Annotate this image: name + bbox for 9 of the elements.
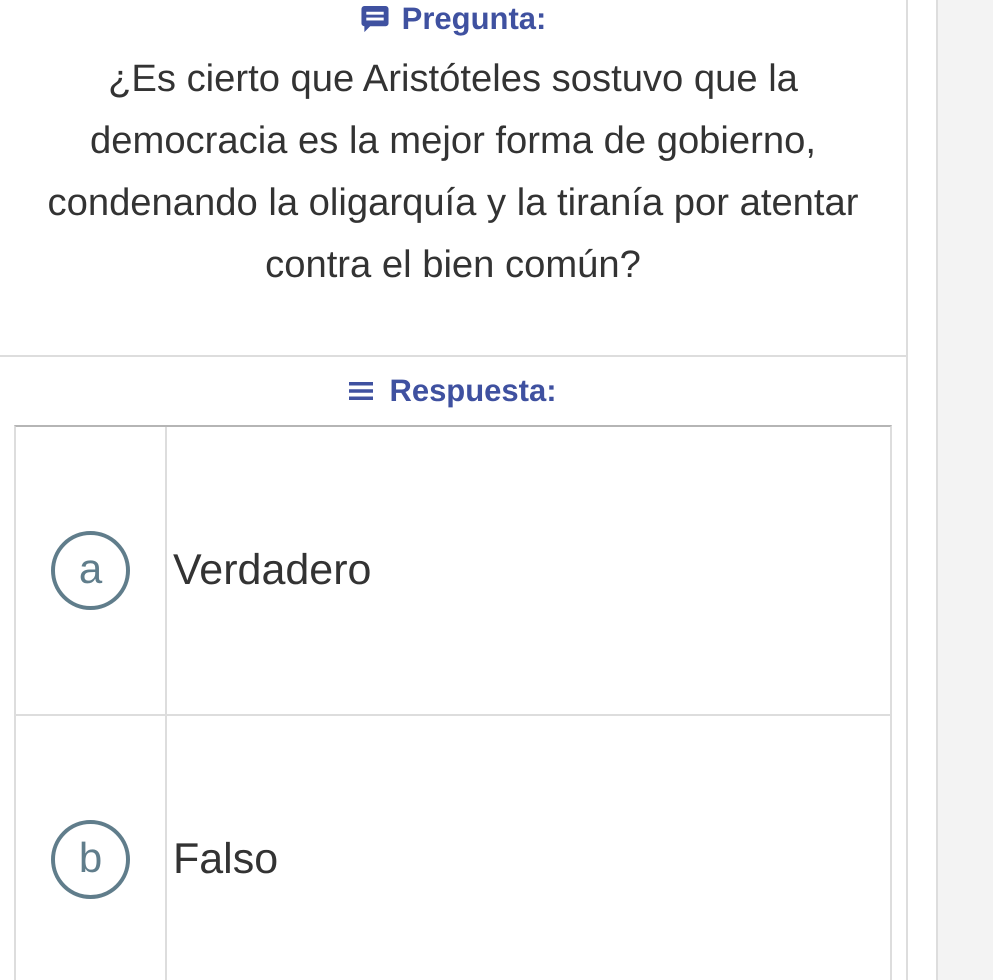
chat-bubble-icon [360,4,390,34]
three-lines-icon [349,382,374,400]
option-letter[interactable]: a [51,531,130,610]
question-text: ¿Es cierto que Aristóteles sostuvo que la democracia es la mejor forma de gobierno, condenando la oligarquía y la tiranía por atentar contra el bien común? [46,56,860,288]
question-heading: Pregunta: [402,1,546,37]
answer-heading: Respuesta: [389,373,557,409]
option-text[interactable]: Falso [173,835,278,884]
option-text[interactable]: Verdadero [173,546,372,595]
option-letter[interactable]: b [51,820,130,899]
